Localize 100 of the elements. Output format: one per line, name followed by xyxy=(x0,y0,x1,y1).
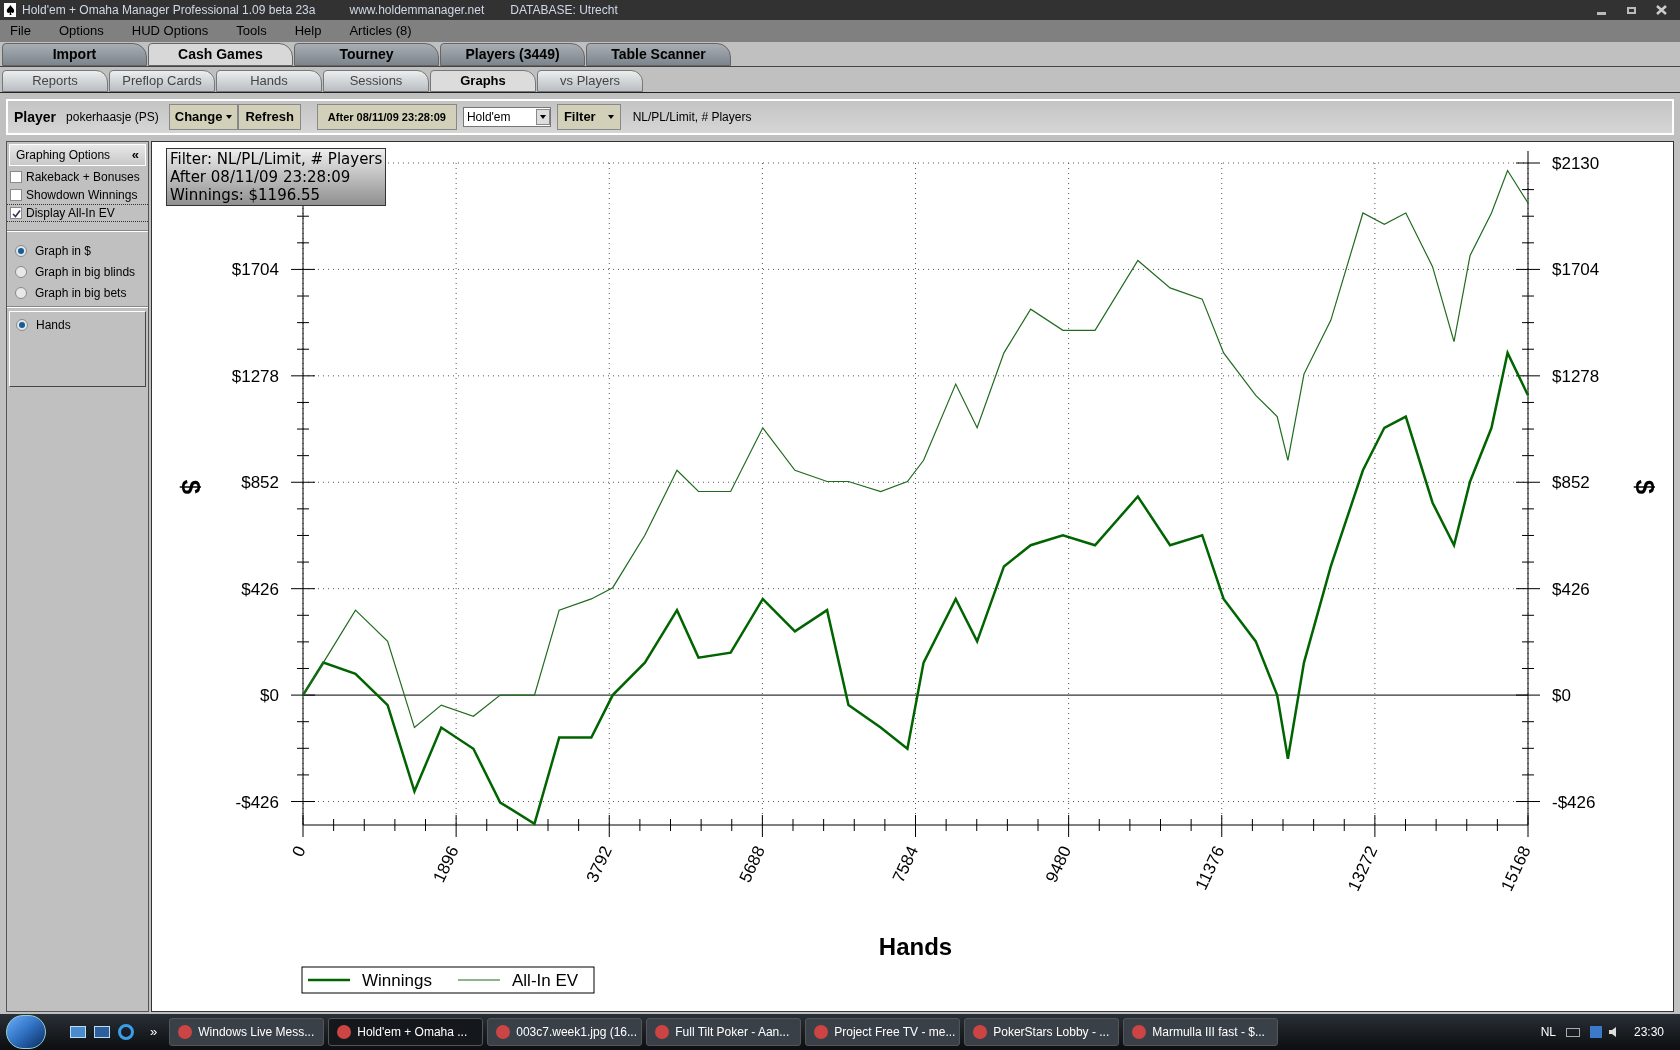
dropdown-caret-icon xyxy=(539,115,546,119)
radio-label: Graph in $ xyxy=(35,242,92,260)
y-tick-label: $1704 xyxy=(1552,260,1600,280)
main-tab[interactable]: Table Scanner xyxy=(586,43,731,66)
y-tick-label: $852 xyxy=(241,473,279,493)
app-icon xyxy=(337,1025,352,1039)
info-line: Winnings: $1196.55 xyxy=(170,186,322,204)
start-button[interactable] xyxy=(6,1015,46,1049)
app-icon xyxy=(655,1025,670,1039)
main-tab[interactable]: Tourney xyxy=(294,43,439,66)
y-tick-label: $852 xyxy=(1552,473,1590,493)
more-button[interactable]: » xyxy=(150,1022,158,1042)
database-name: DATABASE: Utrecht xyxy=(510,2,618,19)
app-icon xyxy=(814,1025,829,1039)
player-name: pokerhaasje (PS) xyxy=(66,109,159,126)
menu-item[interactable]: File xyxy=(6,21,35,41)
x-tick-label: 9480 xyxy=(1041,843,1076,886)
language-indicator: NL xyxy=(1540,1024,1556,1041)
network-icon[interactable] xyxy=(1589,1026,1602,1038)
browser-icon[interactable] xyxy=(118,1024,134,1040)
y-axis-title: $ xyxy=(1630,479,1660,495)
main-tab[interactable]: Import xyxy=(2,43,147,66)
window-title: Hold'em + Omaha Manager Professional 1.09 beta 23a xyxy=(22,2,316,19)
radio-button[interactable] xyxy=(15,265,27,278)
filter-summary: NL/PL/Limit, # Players xyxy=(632,109,752,126)
radio-button[interactable] xyxy=(16,319,28,331)
window-switch-icon[interactable] xyxy=(94,1026,110,1038)
radio-button[interactable] xyxy=(15,244,27,257)
sub-tab[interactable]: Preflop Cards xyxy=(109,70,215,92)
radio-row[interactable]: Graph in $ xyxy=(7,240,148,261)
website-url: www.holdemmanager.net xyxy=(349,2,485,19)
player-label: Player xyxy=(14,107,57,127)
app-icon xyxy=(973,1025,988,1039)
keyboard-icon[interactable] xyxy=(1565,1027,1580,1037)
app-icon xyxy=(178,1025,193,1039)
check-icon xyxy=(11,208,21,218)
date-filter-button[interactable]: After 08/11/09 23:28:09 xyxy=(316,104,457,130)
radio-row[interactable]: Graph in big bets xyxy=(7,282,148,303)
radio-button[interactable] xyxy=(15,286,27,299)
taskbar-item[interactable]: Marmulla III fast - $... xyxy=(1123,1018,1279,1046)
legend-label: All-In EV xyxy=(512,971,579,990)
x-tick-label: 0 xyxy=(288,843,310,860)
option-row[interactable]: Rakeback + Bonuses xyxy=(7,168,148,186)
radio-row[interactable]: Graph in big blinds xyxy=(7,261,148,282)
sidebar-title: Graphing Options xyxy=(16,147,111,164)
close-icon xyxy=(1655,5,1667,15)
sub-tab[interactable]: Reports xyxy=(2,70,108,92)
y-axis-title: $ xyxy=(176,479,206,495)
taskbar-item[interactable]: Full Tilt Poker - Aan... xyxy=(646,1018,802,1046)
change-button[interactable]: Change xyxy=(168,104,239,130)
menu-item[interactable]: Tools xyxy=(232,21,271,41)
legend-label: Winnings xyxy=(362,971,432,990)
option-label: Display All-In EV xyxy=(26,205,115,222)
main-tab[interactable]: Cash Games xyxy=(148,43,293,66)
y-tick-label: $1278 xyxy=(231,366,279,386)
checkbox[interactable] xyxy=(10,207,22,219)
sub-tab[interactable]: Graphs xyxy=(430,70,536,92)
caret-icon xyxy=(226,115,233,119)
y-tick-label: $2130 xyxy=(1552,154,1600,173)
radio-row[interactable]: Hands xyxy=(14,316,141,334)
y-tick-label: -$426 xyxy=(1552,792,1596,812)
menu-item[interactable]: Articles (8) xyxy=(345,21,416,41)
taskbar-item[interactable]: 003c7.week1.jpg (16... xyxy=(487,1018,643,1046)
menu-item[interactable]: Options xyxy=(54,21,108,41)
taskbar-item[interactable]: Project Free TV - me... xyxy=(805,1018,961,1046)
radio-label: Hands xyxy=(36,317,71,334)
radio-label: Graph in big bets xyxy=(35,284,127,302)
info-line: Filter: NL/PL/Limit, # Players xyxy=(170,150,383,168)
filter-button[interactable]: Filter xyxy=(556,104,621,130)
y-tick-label: $1704 xyxy=(231,260,279,280)
collapse-button[interactable]: « xyxy=(131,145,139,165)
menu-item[interactable]: HUD Options xyxy=(127,21,213,41)
caret-icon xyxy=(607,115,614,119)
y-tick-label: $0 xyxy=(260,686,279,706)
app-icon xyxy=(1132,1025,1147,1039)
clock[interactable]: 23:30 xyxy=(1633,1023,1664,1041)
option-row[interactable]: Display All-In EV xyxy=(7,204,148,222)
checkbox[interactable] xyxy=(10,171,22,183)
game-select[interactable]: Hold'em xyxy=(462,107,551,127)
radio-label: Graph in big blinds xyxy=(35,263,136,281)
x-tick-label: 7584 xyxy=(888,843,922,886)
option-row[interactable]: Showdown Winnings xyxy=(7,186,148,204)
sub-tab[interactable]: vs Players xyxy=(537,70,643,92)
main-tab[interactable]: Players (3449) xyxy=(440,43,585,66)
taskbar-item[interactable]: Windows Live Mess... xyxy=(169,1018,325,1046)
y-tick-label: -$426 xyxy=(235,792,279,812)
sub-tab[interactable]: Hands xyxy=(216,70,322,92)
sub-tab[interactable]: Sessions xyxy=(323,70,429,92)
checkbox[interactable] xyxy=(10,189,22,201)
x-tick-label: 11376 xyxy=(1191,843,1229,893)
y-tick-label: $0 xyxy=(1552,686,1571,706)
menu-item[interactable]: Help xyxy=(290,21,326,41)
x-tick-label: 15168 xyxy=(1497,843,1535,895)
taskbar-item[interactable]: PokerStars Lobby - ... xyxy=(964,1018,1120,1046)
taskbar-item[interactable]: Hold'em + Omaha ... xyxy=(328,1018,484,1046)
option-label: Rakeback + Bonuses xyxy=(26,169,140,186)
x-axis-title: Hands xyxy=(878,933,953,960)
x-tick-label: 3792 xyxy=(582,843,616,886)
refresh-button[interactable]: Refresh xyxy=(238,104,301,130)
y-tick-label: $426 xyxy=(1552,579,1590,599)
